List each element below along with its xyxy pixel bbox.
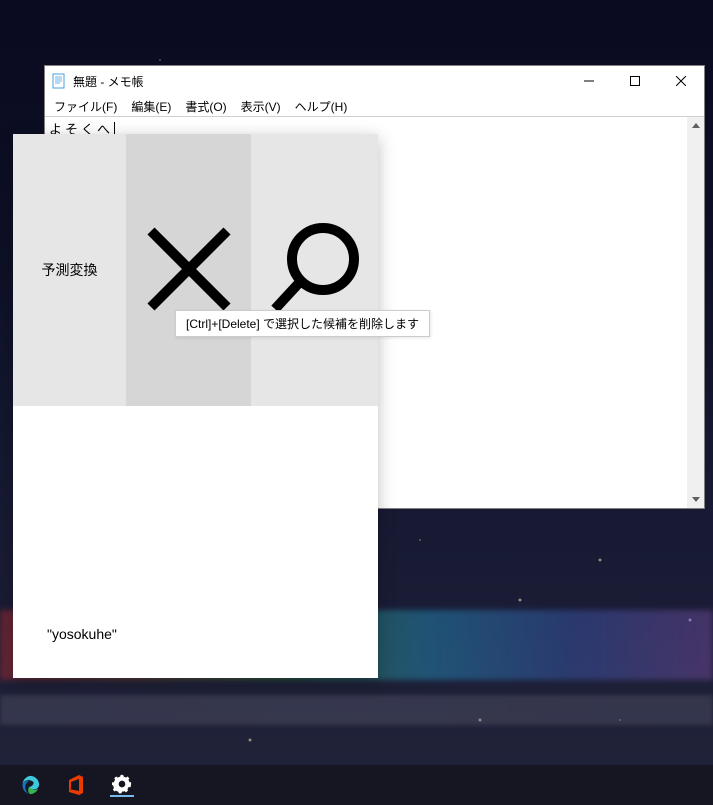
titlebar[interactable]: 無題 - メモ帳 <box>45 66 704 96</box>
menu-view[interactable]: 表示(V) <box>234 96 288 117</box>
ime-predictive-label: 予測変換 <box>42 260 98 280</box>
menubar: ファイル(F) 編集(E) 書式(O) 表示(V) ヘルプ(H) <box>45 96 704 116</box>
taskbar-settings-icon[interactable] <box>110 773 134 797</box>
taskbar-office-icon[interactable] <box>64 773 88 797</box>
close-x-icon <box>139 219 239 322</box>
ime-candidate-popup: 予測変換 "yosokuhe" <box>13 134 378 678</box>
vertical-scrollbar[interactable] <box>687 117 704 508</box>
ime-search-candidate[interactable] <box>251 134 378 406</box>
menu-help[interactable]: ヘルプ(H) <box>288 96 355 117</box>
scroll-up-icon[interactable] <box>687 117 704 134</box>
menu-file[interactable]: ファイル(F) <box>47 96 124 117</box>
taskbar-edge-icon[interactable] <box>18 773 42 797</box>
ime-roman-reading: "yosokuhe" <box>47 626 117 642</box>
window-title: 無題 - メモ帳 <box>73 73 566 90</box>
notepad-app-icon <box>51 73 67 89</box>
search-magnifier-icon <box>265 219 365 322</box>
minimize-button[interactable] <box>566 66 612 96</box>
maximize-button[interactable] <box>612 66 658 96</box>
taskbar <box>0 765 713 805</box>
ime-predictive-label-cell[interactable]: 予測変換 <box>13 134 126 406</box>
ime-spacer <box>13 406 378 614</box>
ime-tooltip: [Ctrl]+[Delete] で選択した候補を削除します <box>175 310 430 337</box>
desktop-glow-2 <box>0 695 713 725</box>
ime-roman-reading-row[interactable]: "yosokuhe" <box>13 614 378 678</box>
scroll-down-icon[interactable] <box>687 491 704 508</box>
ime-tooltip-text: [Ctrl]+[Delete] で選択した候補を削除します <box>186 317 419 331</box>
ime-delete-candidate[interactable] <box>126 134 251 406</box>
close-button[interactable] <box>658 66 704 96</box>
ime-candidate-row: 予測変換 <box>13 134 378 406</box>
menu-edit[interactable]: 編集(E) <box>124 96 178 117</box>
menu-format[interactable]: 書式(O) <box>178 96 233 117</box>
